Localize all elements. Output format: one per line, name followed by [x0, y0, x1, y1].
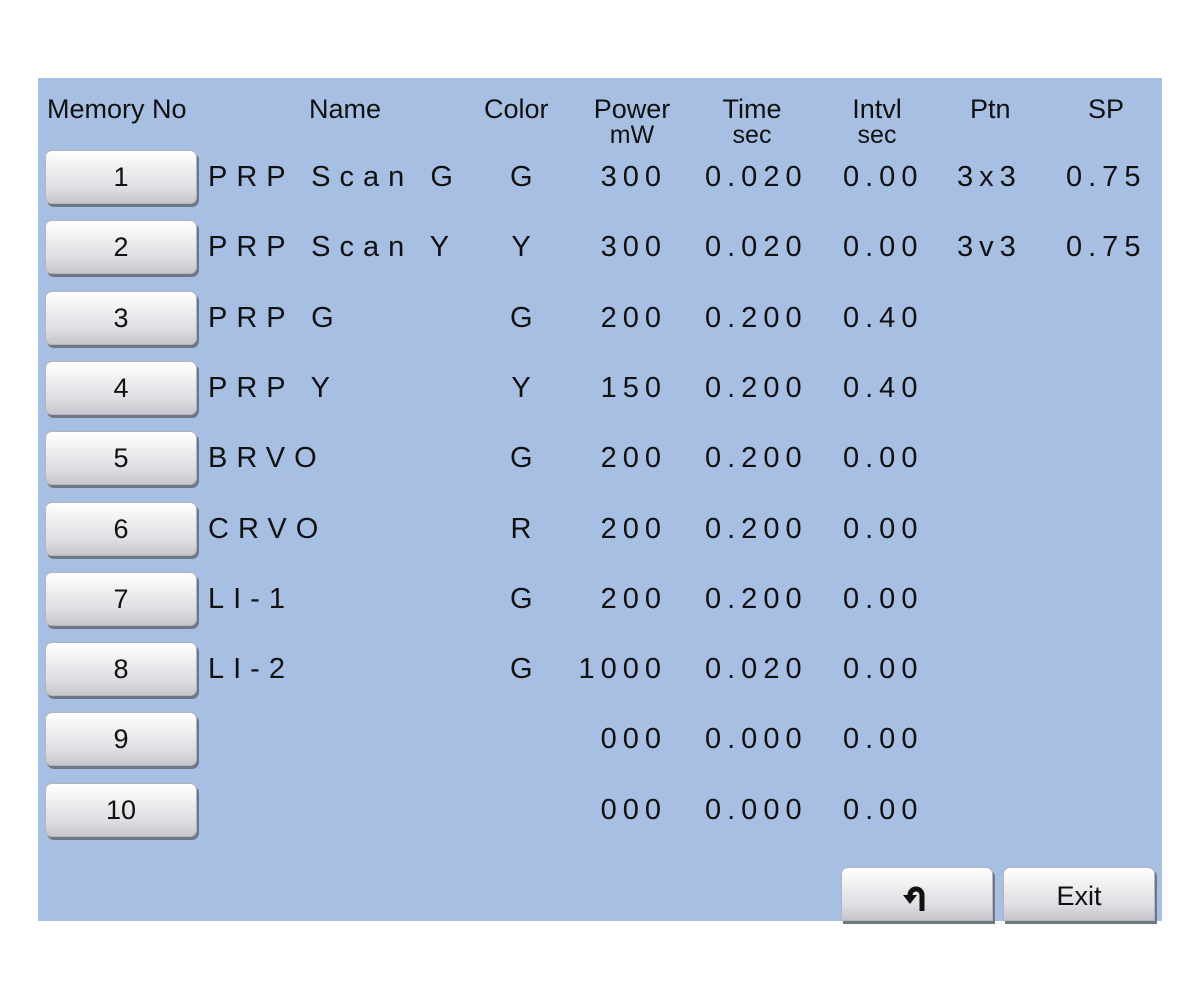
row-intvl: 0.00: [843, 442, 924, 474]
row-time: 0.000: [705, 794, 808, 826]
header-power-unit: mW: [609, 121, 655, 149]
memory-button-4[interactable]: 4: [45, 361, 197, 415]
memory-button-3[interactable]: 3: [45, 291, 197, 345]
row-power: 200: [600, 583, 667, 615]
memory-button-10[interactable]: 10: [45, 783, 197, 837]
row-time: 0.020: [705, 231, 808, 263]
row-intvl: 0.00: [843, 231, 924, 263]
header-intvl-unit: sec: [857, 121, 897, 149]
row-intvl: 0.00: [843, 653, 924, 685]
row-color: Y: [511, 231, 531, 263]
back-button[interactable]: [841, 867, 993, 921]
row-time: 0.000: [705, 723, 808, 755]
row-intvl: 0.00: [843, 794, 924, 826]
row-ptn: 3v3: [957, 231, 1022, 263]
row-time: 0.020: [705, 653, 808, 685]
header-sp: SP: [1088, 94, 1125, 124]
row-intvl: 0.00: [843, 723, 924, 755]
row-power: 300: [600, 161, 667, 193]
header-time: Time sec: [710, 96, 794, 148]
row-power: 300: [600, 231, 667, 263]
header-color: Color: [484, 94, 549, 124]
header-time-label: Time: [722, 94, 782, 124]
row-name: BRVO: [208, 442, 326, 474]
row-sp: 0.75: [1066, 231, 1147, 263]
row-intvl: 0.40: [843, 372, 924, 404]
memory-button-1[interactable]: 1: [45, 150, 197, 204]
exit-button[interactable]: Exit: [1003, 867, 1155, 921]
row-name: LI-2: [208, 653, 294, 685]
memory-button-2[interactable]: 2: [45, 220, 197, 274]
header-power-label: Power: [593, 94, 671, 124]
row-time: 0.200: [705, 583, 808, 615]
row-ptn: 3x3: [957, 161, 1022, 193]
row-power: 150: [600, 372, 667, 404]
header-name: Name: [309, 94, 382, 124]
row-power: 200: [600, 513, 667, 545]
header-intvl-label: Intvl: [852, 94, 902, 124]
row-color: G: [510, 442, 533, 474]
row-name: PRP Scan Y: [208, 231, 459, 263]
memory-button-7[interactable]: 7: [45, 572, 197, 626]
row-sp: 0.75: [1066, 161, 1147, 193]
memory-button-9[interactable]: 9: [45, 712, 197, 766]
row-time: 0.200: [705, 442, 808, 474]
header-memory-no: Memory No: [47, 94, 187, 124]
row-power: 000: [600, 794, 667, 826]
header-intvl: Intvl sec: [838, 96, 916, 148]
row-intvl: 0.00: [843, 583, 924, 615]
row-power: 200: [600, 442, 667, 474]
row-color: G: [510, 653, 533, 685]
row-name: PRP Y: [208, 372, 339, 404]
header-ptn: Ptn: [970, 94, 1011, 124]
row-intvl: 0.00: [843, 513, 924, 545]
return-arrow-icon: [903, 886, 925, 911]
header-power: Power mW: [588, 96, 676, 148]
row-time: 0.200: [705, 372, 808, 404]
row-time: 0.200: [705, 302, 808, 334]
row-color: G: [510, 302, 533, 334]
row-time: 0.200: [705, 513, 808, 545]
row-color: Y: [511, 372, 531, 404]
row-color: R: [510, 513, 532, 545]
row-name: PRP G: [208, 302, 343, 334]
header-time-unit: sec: [732, 121, 772, 149]
row-intvl: 0.40: [843, 302, 924, 334]
memory-screen: Memory No Name Color Power mW Time sec I…: [38, 78, 1162, 921]
row-color: G: [510, 161, 533, 193]
row-color: G: [510, 583, 533, 615]
memory-button-6[interactable]: 6: [45, 502, 197, 556]
memory-button-8[interactable]: 8: [45, 642, 197, 696]
row-time: 0.020: [705, 161, 808, 193]
row-name: PRP Scan G: [208, 161, 462, 193]
row-power: 1000: [578, 653, 667, 685]
memory-button-5[interactable]: 5: [45, 431, 197, 485]
row-intvl: 0.00: [843, 161, 924, 193]
row-power: 000: [600, 723, 667, 755]
row-name: CRVO: [208, 513, 328, 545]
row-name: LI-1: [208, 583, 294, 615]
row-power: 200: [600, 302, 667, 334]
